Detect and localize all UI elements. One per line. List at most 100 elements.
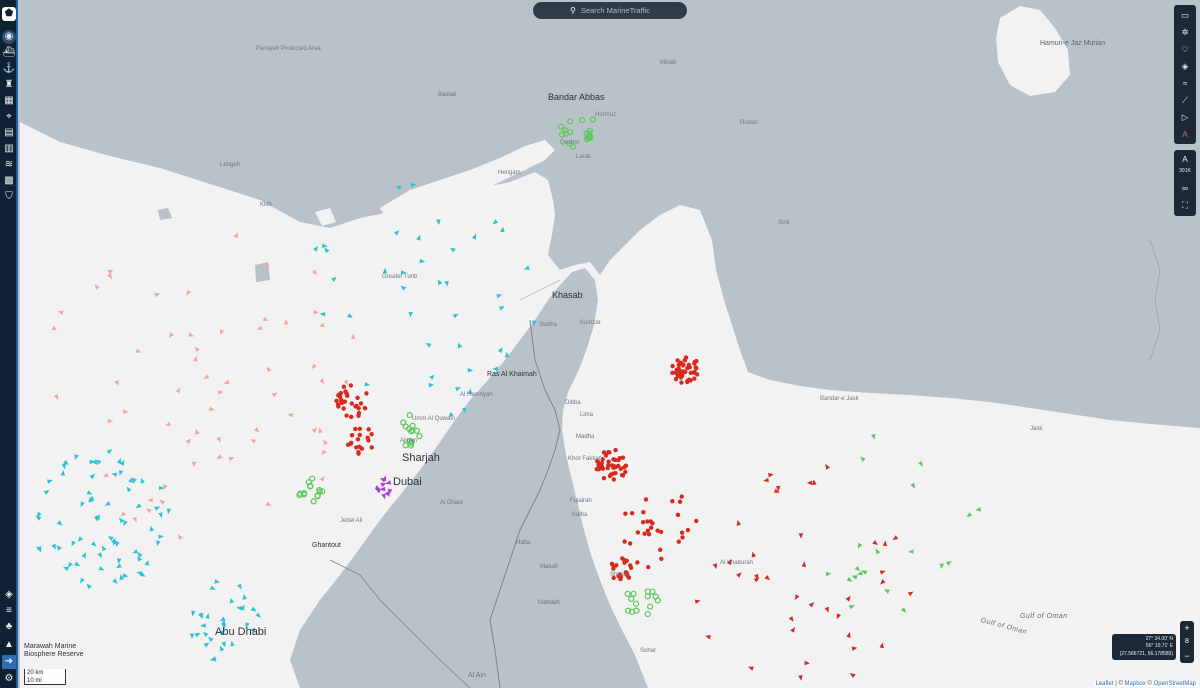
vessel-marker[interactable] [379, 478, 386, 483]
vessel-marker[interactable] [455, 387, 461, 392]
shield-icon[interactable]: ⛉ [2, 190, 16, 204]
users-icon[interactable]: ♣ [2, 620, 16, 634]
vessel-marker[interactable] [311, 269, 317, 276]
fullscreen-icon[interactable]: ⛶ [1177, 198, 1193, 212]
vessel-marker[interactable] [381, 493, 386, 500]
vessel-marker[interactable] [74, 561, 81, 567]
vessel-marker[interactable] [321, 243, 328, 248]
vessel-marker[interactable] [425, 343, 432, 348]
vessel-marker[interactable] [681, 362, 686, 368]
vessel-marker[interactable] [313, 245, 319, 252]
vessel-marker[interactable] [879, 642, 884, 649]
vessel-marker[interactable] [354, 445, 359, 450]
vessel-marker[interactable] [106, 449, 113, 455]
vessel-marker[interactable] [918, 461, 923, 467]
vessel-marker[interactable] [680, 535, 685, 540]
vessel-marker[interactable] [608, 472, 614, 477]
vessel-marker[interactable] [202, 631, 209, 638]
vessel-marker[interactable] [685, 527, 691, 533]
vessel-marker[interactable] [410, 183, 417, 188]
vessel-marker[interactable] [679, 494, 684, 499]
vessel-marker[interactable] [605, 465, 610, 471]
vessel-marker[interactable] [348, 383, 354, 388]
vessel-marker[interactable] [35, 516, 42, 521]
vessel-marker[interactable] [682, 358, 688, 363]
vessel-marker[interactable] [798, 533, 804, 539]
vessel-marker[interactable] [429, 374, 435, 380]
vessel-marker[interactable] [884, 589, 890, 594]
vessel-marker[interactable] [63, 566, 69, 572]
vessel-marker[interactable] [313, 309, 319, 315]
vessel-marker[interactable] [233, 232, 238, 239]
vessel-marker[interactable] [104, 501, 111, 506]
vessel-marker[interactable] [416, 234, 421, 241]
vessel-marker[interactable] [194, 633, 201, 638]
vessel-marker[interactable] [166, 508, 172, 515]
vessel-marker[interactable] [149, 525, 155, 532]
vessel-marker[interactable] [908, 549, 914, 554]
vessel-marker[interactable] [504, 351, 510, 358]
vessel-marker[interactable] [966, 512, 973, 518]
vessel-marker[interactable] [685, 378, 690, 384]
vessel-marker[interactable] [624, 590, 631, 597]
vessel-marker[interactable] [209, 585, 216, 590]
vessel-marker[interactable] [882, 540, 888, 547]
vessel-marker[interactable] [628, 565, 634, 570]
vessel-marker[interactable] [353, 426, 358, 432]
vessel-marker[interactable] [763, 477, 769, 483]
measure-icon[interactable]: ⟋ [1177, 93, 1193, 107]
vessel-marker[interactable] [347, 313, 353, 318]
map-icon[interactable]: ▭ [1177, 8, 1193, 22]
vessel-marker[interactable] [349, 401, 355, 406]
vessel-marker[interactable] [635, 530, 641, 535]
vessel-marker[interactable] [97, 552, 102, 559]
vessel-marker[interactable] [498, 306, 505, 311]
vessel-marker[interactable] [647, 603, 654, 610]
fleet-icon[interactable]: ≋ [2, 158, 16, 172]
vessel-marker[interactable] [71, 540, 76, 547]
vessel-marker[interactable] [61, 463, 66, 470]
vessel-marker[interactable] [341, 384, 347, 390]
vessel-marker[interactable] [122, 409, 129, 414]
vessel-marker[interactable] [614, 563, 619, 568]
vessel-marker[interactable] [680, 373, 685, 378]
vessel-marker[interactable] [670, 363, 675, 369]
vessel-marker[interactable] [603, 453, 609, 458]
vessel-marker[interactable] [658, 547, 663, 552]
vessel-marker[interactable] [640, 519, 646, 525]
vessel-marker[interactable] [900, 607, 907, 613]
vessel-marker[interactable] [500, 226, 505, 233]
vessel-marker[interactable] [436, 219, 441, 225]
vessel-marker[interactable] [875, 548, 881, 555]
vessel-marker[interactable] [177, 534, 183, 540]
vessel-marker[interactable] [670, 498, 675, 504]
vessel-marker[interactable] [242, 593, 247, 600]
vessel-marker[interactable] [621, 465, 627, 470]
heart-icon[interactable]: ♡ [1177, 42, 1193, 56]
globe-icon[interactable]: ◉ [2, 30, 16, 44]
vessel-marker[interactable] [186, 289, 192, 296]
vessel-marker[interactable] [705, 635, 711, 640]
vessel-marker[interactable] [341, 406, 346, 411]
vessel-marker[interactable] [56, 545, 62, 551]
tag-icon[interactable]: ◈ [2, 588, 16, 602]
vessel-marker[interactable] [219, 616, 226, 622]
vessel-marker[interactable] [824, 606, 829, 613]
vessel-marker[interactable] [68, 562, 73, 568]
vessel-marker[interactable] [203, 374, 210, 379]
vessel-marker[interactable] [748, 666, 754, 671]
vessel-marker[interactable] [122, 573, 129, 578]
vessel-marker[interactable] [369, 432, 374, 437]
vessel-marker[interactable] [357, 432, 362, 438]
vessel-marker[interactable] [51, 324, 57, 331]
vessel-marker[interactable] [557, 123, 564, 130]
vessel-marker[interactable] [607, 450, 612, 455]
vessel-marker[interactable] [355, 437, 361, 442]
weather-icon[interactable]: ≈ [1177, 76, 1193, 90]
label-icon[interactable]: A [1177, 127, 1193, 141]
vessel-marker[interactable] [128, 477, 133, 483]
vessel-marker[interactable] [321, 449, 327, 456]
play-icon[interactable]: ▷ [1177, 110, 1193, 124]
vessel-marker[interactable] [353, 404, 358, 409]
vessel-marker[interactable] [53, 394, 58, 401]
